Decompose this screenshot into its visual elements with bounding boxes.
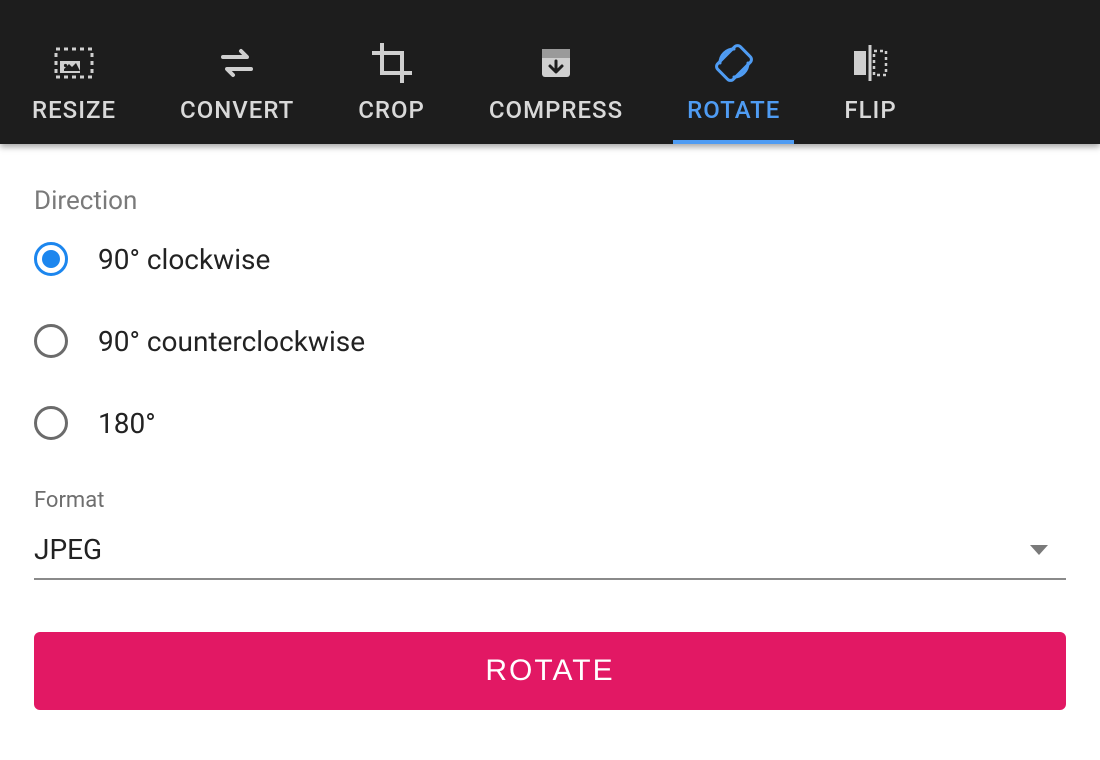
radio-90-clockwise[interactable]: 90° clockwise xyxy=(34,242,1066,276)
flip-icon xyxy=(846,28,894,98)
convert-icon xyxy=(213,28,261,98)
radio-180[interactable]: 180° xyxy=(34,406,1066,440)
tab-flip[interactable]: FLIP xyxy=(812,0,928,144)
tab-label: CROP xyxy=(358,98,425,122)
tab-crop[interactable]: CROP xyxy=(326,0,457,144)
radio-90-counterclockwise[interactable]: 90° counterclockwise xyxy=(34,324,1066,358)
rotate-icon xyxy=(710,28,758,98)
tab-resize[interactable]: RESIZE xyxy=(0,0,148,144)
toolbar: RESIZE CONVERT CROP COMPRESS xyxy=(0,0,1100,144)
radio-indicator xyxy=(34,324,68,358)
tab-rotate[interactable]: ROTATE xyxy=(655,0,812,144)
tab-label: ROTATE xyxy=(687,98,780,122)
tab-label: FLIP xyxy=(844,98,896,122)
format-label: Format xyxy=(34,488,1066,513)
tab-label: COMPRESS xyxy=(489,98,623,122)
crop-icon xyxy=(368,28,416,98)
direction-label: Direction xyxy=(34,186,1066,216)
tab-convert[interactable]: CONVERT xyxy=(148,0,326,144)
radio-label: 180° xyxy=(98,407,156,440)
tab-compress[interactable]: COMPRESS xyxy=(457,0,655,144)
rotate-button[interactable]: ROTATE xyxy=(34,632,1066,710)
format-value: JPEG xyxy=(34,533,102,566)
radio-label: 90° clockwise xyxy=(98,243,270,276)
radio-label: 90° counterclockwise xyxy=(98,325,365,358)
format-select[interactable]: JPEG xyxy=(34,527,1066,580)
compress-icon xyxy=(532,28,580,98)
resize-icon xyxy=(50,28,98,98)
chevron-down-icon xyxy=(1030,545,1048,555)
tab-label: RESIZE xyxy=(32,98,116,122)
radio-indicator xyxy=(34,406,68,440)
radio-indicator xyxy=(34,242,68,276)
rotate-panel: Direction 90° clockwise 90° counterclock… xyxy=(0,144,1100,750)
tab-label: CONVERT xyxy=(180,98,294,122)
